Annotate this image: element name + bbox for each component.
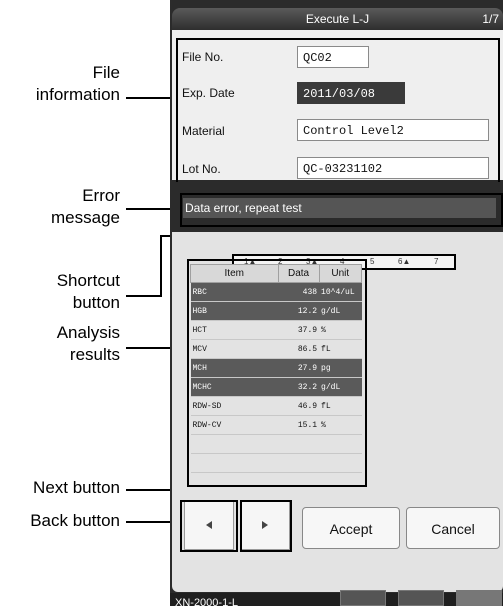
next-button-highlight <box>240 500 292 552</box>
annotation-text: Analysis <box>56 323 120 342</box>
accept-button[interactable]: Accept <box>302 507 400 549</box>
cancel-button[interactable]: Cancel <box>406 507 500 549</box>
annotation-analysis-results: Analysis results <box>20 322 120 366</box>
leader-line <box>160 235 162 297</box>
annotation-shortcut-button: Shortcut button <box>20 270 120 314</box>
results-highlight <box>187 259 367 487</box>
annotation-text: Error <box>82 186 120 205</box>
material-label: Material <box>182 124 225 138</box>
annotation-error-message: Error message <box>20 185 120 229</box>
page-indicator: 1/7 <box>482 12 499 26</box>
annotation-next-button: Next button <box>0 477 120 499</box>
lot-no-label: Lot No. <box>182 162 221 176</box>
device-button[interactable] <box>456 590 502 606</box>
tube-button[interactable] <box>340 590 386 606</box>
exp-date-field[interactable]: 2011/03/08 <box>297 82 405 104</box>
back-button-highlight <box>180 500 238 552</box>
file-no-label: File No. <box>182 50 224 64</box>
file-no-field[interactable]: QC02 <box>297 46 369 68</box>
annotation-text: message <box>51 208 120 227</box>
shortcut-button-7[interactable]: 7 <box>434 257 438 266</box>
settings-button[interactable] <box>398 590 444 606</box>
lot-no-field[interactable]: QC-03231102 <box>297 157 489 179</box>
model-name: XN-2000-1-L <box>175 597 238 609</box>
leader-line <box>126 97 176 99</box>
annotation-text: Next button <box>33 478 120 497</box>
annotation-text: Shortcut <box>56 271 120 290</box>
annotation-back-button: Back button <box>0 510 120 532</box>
exp-date-label: Exp. Date <box>182 86 235 100</box>
error-message: Data error, repeat test <box>183 198 496 218</box>
annotation-text: information <box>35 85 120 104</box>
material-field[interactable]: Control Level2 <box>297 119 489 141</box>
annotation-text: File <box>92 63 120 82</box>
annotation-text: Back button <box>30 511 120 530</box>
shortcut-button-5[interactable]: 5 <box>370 257 374 266</box>
annotation-text: button <box>72 293 120 312</box>
annotation-file-information: File information <box>20 62 120 106</box>
leader-line <box>126 295 162 297</box>
annotation-text: results <box>69 345 120 364</box>
window-title: Execute L-J <box>305 12 370 26</box>
title-bar: Execute L-J 1/7 <box>172 8 503 30</box>
shortcut-button-6[interactable]: 6▲ <box>398 257 410 266</box>
